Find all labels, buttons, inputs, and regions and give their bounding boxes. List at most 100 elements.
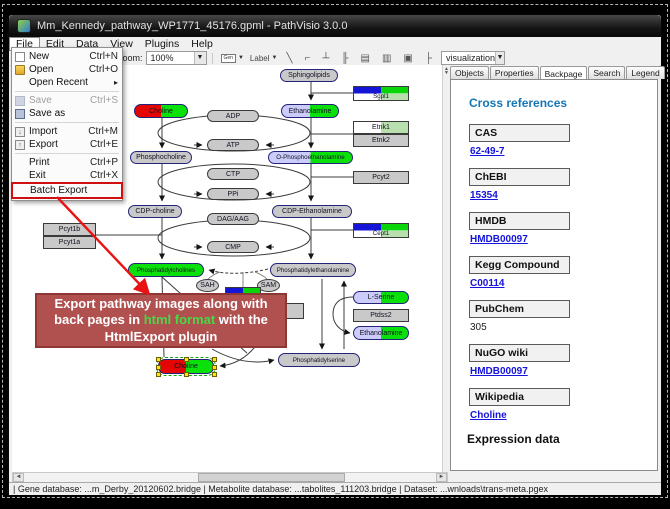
pathway-node-cdp-choline[interactable]: CDP-choline: [128, 205, 182, 218]
chevron-down-icon[interactable]: ▼: [194, 52, 206, 64]
pathway-node-atp[interactable]: ATP: [207, 139, 259, 151]
pathway-node-ethanolamine-2[interactable]: Ethanolamine: [353, 326, 409, 340]
selection-handle[interactable]: [156, 357, 161, 362]
pathway-node-ctp[interactable]: CTP: [207, 168, 259, 180]
pathway-node-etnk1[interactable]: Etnk1: [353, 121, 409, 134]
xref-link[interactable]: HMDB00097: [470, 366, 528, 377]
chevron-down-icon[interactable]: ▼: [238, 55, 244, 61]
menubar-item-help[interactable]: Help: [185, 37, 219, 51]
datanode-tool-button[interactable]: Gen ▼: [221, 54, 244, 63]
menubar-item-plugins[interactable]: Plugins: [139, 37, 185, 51]
file-menu-item-new[interactable]: NewCtrl+N: [12, 50, 122, 63]
pathway-node-choline-top[interactable]: Choline: [134, 104, 188, 118]
align-bottom-icon[interactable]: ▣: [403, 53, 412, 64]
node-label: Etnk1: [354, 122, 408, 133]
scroll-right-icon[interactable]: ►: [436, 473, 447, 482]
file-menu-item-open-recent[interactable]: Open Recent▸: [12, 76, 122, 89]
xref-link[interactable]: C00114: [470, 278, 504, 289]
file-menu-item-batch-export[interactable]: Batch Export: [13, 184, 121, 197]
menu-item-shortcut: Ctrl+S: [90, 95, 118, 106]
pathway-node-ppi[interactable]: PPi: [207, 188, 259, 200]
node-label: Sgpl1: [354, 94, 408, 101]
scroll-left-icon[interactable]: ◄: [13, 473, 24, 482]
file-menu-item-save-as[interactable]: Save as: [12, 107, 122, 120]
tab-legend[interactable]: Legend: [626, 66, 664, 79]
selection-handle[interactable]: [212, 372, 217, 377]
selection-handle[interactable]: [212, 357, 217, 362]
pathway-node-phosphatidylethanolamine[interactable]: Phosphatidylethanolamine: [270, 263, 356, 277]
node-label: Ethanolamine: [354, 327, 408, 339]
file-menu-item-open[interactable]: OpenCtrl+O: [12, 63, 122, 76]
tab-backpage[interactable]: Backpage: [540, 66, 588, 79]
pathway-node-sah[interactable]: SAH: [196, 279, 219, 292]
import-icon: ↓: [15, 127, 25, 137]
tab-objects[interactable]: Objects: [450, 66, 489, 79]
connector-tool-icon[interactable]: ⌐: [304, 53, 310, 64]
menu-item-shortcut: Ctrl+X: [90, 170, 118, 181]
export-icon: ↑: [15, 140, 25, 150]
label-tool-button[interactable]: Label ▼: [250, 54, 278, 63]
pathway-node-phosphocholine[interactable]: Phosphocholine: [130, 151, 192, 164]
node-label: Ptdss2: [354, 310, 408, 321]
backpage-panel[interactable]: Cross references CAS62-49-7ChEBI15354HMD…: [450, 79, 658, 471]
node-label: Cept1: [354, 231, 408, 238]
xref-link[interactable]: 62-49-7: [470, 146, 504, 157]
cross-reference-list: CAS62-49-7ChEBI15354HMDBHMDB00097Kegg Co…: [451, 124, 657, 421]
chevron-down-icon[interactable]: ▼: [495, 52, 504, 64]
pathway-node-l-serine[interactable]: L-Serine: [353, 291, 409, 304]
file-menu-item-export[interactable]: ↑ExportCtrl+E: [12, 138, 122, 151]
node-label: Phosphatidylserine: [279, 354, 359, 366]
title-bar[interactable]: Mm_Kennedy_pathway_WP1771_45176.gpml - P…: [9, 15, 661, 37]
tab-properties[interactable]: Properties: [490, 66, 539, 79]
side-panel-tabs: ObjectsPropertiesBackpageSearchLegend: [450, 66, 658, 79]
visualization-combobox[interactable]: visualization ▼: [441, 51, 505, 65]
scrollbar-thumb[interactable]: [198, 473, 345, 482]
selection-handle[interactable]: [212, 365, 217, 370]
selection-handle[interactable]: [184, 372, 189, 377]
pathway-node-pcyt2[interactable]: Pcyt2: [353, 171, 409, 184]
pathway-node-choline-selected[interactable]: Choline: [158, 359, 214, 374]
pathway-node-cept1[interactable]: Cept1: [353, 223, 409, 238]
zoom-combobox[interactable]: 100% ▼: [146, 51, 207, 65]
pathway-node-cdp-ethanolamine[interactable]: CDP-Ethanolamine: [272, 205, 352, 218]
xref-value: 305: [470, 322, 657, 333]
none-icon: [15, 171, 25, 181]
pathway-node-phosphatidylcholines[interactable]: Phosphatidylcholines: [128, 263, 204, 277]
pathway-node-sphingolipids[interactable]: Sphingolipids: [280, 69, 338, 82]
file-menu-item-print[interactable]: PrintCtrl+P: [12, 156, 122, 169]
align-left-icon[interactable]: ├: [425, 53, 432, 64]
toolbar-icon-group: ╲ ⌐ ┴ ╟ ▤ ▥ ▣ ├: [280, 53, 438, 64]
pathway-node-ptdss2[interactable]: Ptdss2: [353, 309, 409, 322]
xref-database-label: PubChem: [469, 300, 570, 318]
selection-handle[interactable]: [156, 365, 161, 370]
pathway-node-adp[interactable]: ADP: [207, 110, 259, 122]
pathway-node-pcyt1b[interactable]: Pcyt1b: [43, 223, 96, 236]
tab-search[interactable]: Search: [588, 66, 625, 79]
stack-rows-icon[interactable]: ▤: [361, 53, 370, 64]
pathway-node-cmp[interactable]: CMP: [207, 241, 259, 253]
pathway-node-pcyt1a[interactable]: Pcyt1a: [43, 236, 96, 249]
align-center-x-icon[interactable]: ┴: [322, 53, 329, 64]
pathway-node-ethanolamine[interactable]: Ethanolamine: [281, 104, 339, 118]
chevron-down-icon[interactable]: ▼: [272, 55, 278, 61]
line-tool-icon[interactable]: ╲: [286, 53, 292, 64]
xref-link[interactable]: HMDB00097: [470, 234, 528, 245]
pathway-node-phosphatidylserine[interactable]: Phosphatidylserine: [278, 353, 360, 367]
xref-link[interactable]: Choline: [470, 410, 507, 421]
selection-handle[interactable]: [156, 372, 161, 377]
file-menu-item-exit[interactable]: ExitCtrl+X: [12, 169, 122, 182]
xref-link[interactable]: 15354: [470, 190, 498, 201]
none-icon: [16, 186, 26, 196]
pathway-node-dag-aag[interactable]: DAG/AAG: [207, 213, 259, 225]
menu-item-label: Print: [29, 157, 84, 168]
stack-columns-icon[interactable]: ▥: [382, 53, 391, 64]
align-center-y-icon[interactable]: ╟: [341, 53, 348, 64]
selection-handle[interactable]: [184, 357, 189, 362]
file-menu-item-import[interactable]: ↓ImportCtrl+M: [12, 125, 122, 138]
pathway-node-etnk2[interactable]: Etnk2: [353, 134, 409, 147]
pathway-node-o-phosphoethanolamine[interactable]: O-Phosphoethanolamine: [268, 151, 353, 164]
xref-database-label: CAS: [469, 124, 570, 142]
cross-references-heading: Cross references: [469, 96, 657, 110]
pathway-node-sgpl1[interactable]: Sgpl1: [353, 86, 409, 101]
xref-value: HMDB00097: [470, 366, 657, 377]
